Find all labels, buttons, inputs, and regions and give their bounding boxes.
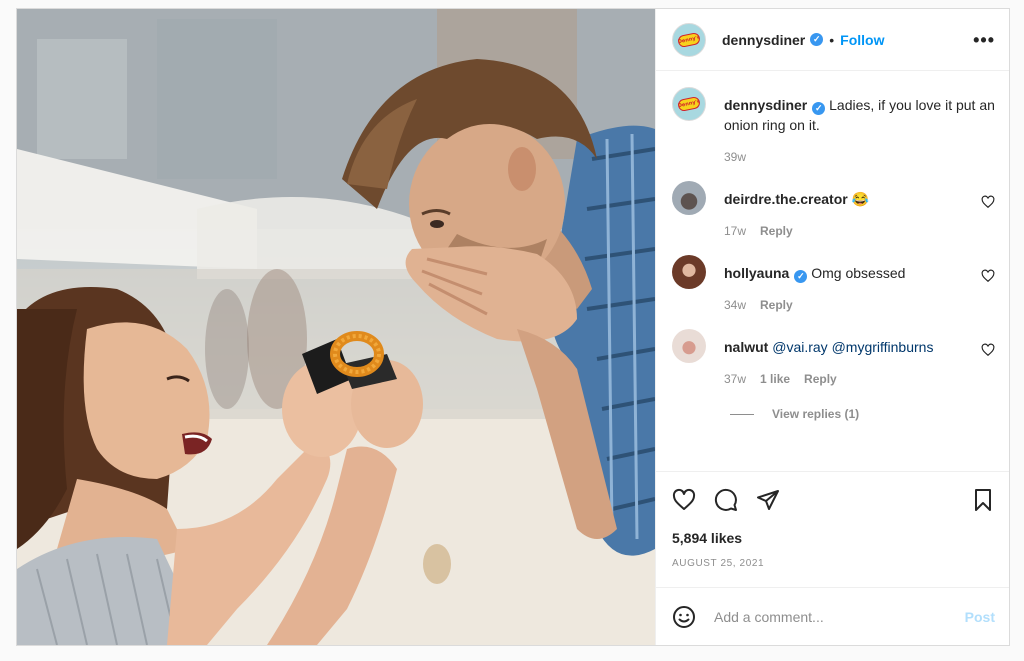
post-side-panel: Denny's dennysdiner ✓ • Follow ••• Denny…: [655, 9, 1009, 645]
likes-count[interactable]: 5,894 likes: [672, 530, 995, 546]
caption-row: Denny's dennysdiner ✓ Ladies, if you love…: [672, 87, 995, 167]
caption-age[interactable]: 39w: [724, 150, 746, 164]
view-replies-label: View replies (1): [772, 407, 860, 421]
add-comment-bar: Post: [656, 587, 1009, 645]
comment-age[interactable]: 37w: [724, 372, 746, 386]
post-header: Denny's dennysdiner ✓ • Follow •••: [656, 9, 1009, 71]
account-avatar[interactable]: Denny's: [672, 22, 706, 57]
proposal-photo-illustration: [17, 9, 655, 645]
post-comment-button[interactable]: Post: [965, 609, 995, 625]
smiley-icon[interactable]: [672, 605, 696, 629]
action-icons-row: [672, 472, 995, 528]
comment-likes-count[interactable]: 1 like: [760, 372, 790, 386]
commenter-avatar[interactable]: [672, 255, 706, 289]
reply-button[interactable]: Reply: [804, 372, 837, 386]
comment-username[interactable]: nalwut: [724, 339, 768, 355]
heart-icon[interactable]: [672, 488, 696, 512]
comment-mention[interactable]: @vai.ray: [772, 339, 827, 355]
caption-avatar[interactable]: Denny's: [672, 87, 706, 121]
comment-text: Omg obsessed: [811, 265, 906, 281]
comment-mention[interactable]: @mygriffinburns: [832, 339, 934, 355]
instagram-post: Denny's dennysdiner ✓ • Follow ••• Denny…: [16, 8, 1010, 646]
dennys-logo: Denny's: [676, 31, 702, 48]
post-photo[interactable]: [17, 9, 655, 645]
paper-plane-icon[interactable]: [756, 488, 780, 512]
verified-badge-icon: ✓: [812, 101, 826, 115]
caption-meta: 39w: [724, 147, 995, 167]
more-options-icon[interactable]: •••: [973, 31, 995, 49]
comment-bubble-icon[interactable]: [714, 488, 738, 512]
post-actions: 5,894 likes AUGUST 25, 2021: [656, 471, 1009, 587]
comments-list[interactable]: Denny's dennysdiner ✓ Ladies, if you love…: [656, 71, 1009, 471]
comment-meta: 17w Reply: [724, 221, 971, 241]
comment-row: hollyauna ✓ Omg obsessed 34w Reply: [672, 255, 995, 315]
reply-button[interactable]: Reply: [760, 298, 793, 312]
comment-row: nalwut @vai.ray @mygriffinburns 37w 1 lik…: [672, 329, 995, 389]
caption-username[interactable]: dennysdiner: [724, 97, 807, 113]
comment-meta: 37w 1 like Reply: [724, 369, 971, 389]
comment-row: deirdre.the.creator 😂 17w Reply: [672, 181, 995, 241]
replies-divider-line: [730, 413, 754, 415]
post-date[interactable]: AUGUST 25, 2021: [672, 558, 995, 569]
account-username[interactable]: dennysdiner: [722, 32, 805, 48]
comment-input[interactable]: [714, 608, 965, 625]
comment-username[interactable]: hollyauna: [724, 265, 789, 281]
reply-button[interactable]: Reply: [760, 224, 793, 238]
comment-text: 😂: [851, 191, 870, 207]
view-replies-button[interactable]: View replies (1): [730, 407, 995, 421]
bookmark-icon[interactable]: [971, 488, 995, 512]
commenter-avatar[interactable]: [672, 329, 706, 363]
dennys-logo-small: Denny's: [676, 95, 702, 113]
verified-badge-icon: ✓: [810, 33, 824, 46]
comment-meta: 34w Reply: [724, 295, 971, 315]
comment-like-heart-icon[interactable]: [981, 269, 995, 283]
comment-like-heart-icon[interactable]: [981, 343, 995, 357]
comment-age[interactable]: 17w: [724, 224, 746, 238]
comment-age[interactable]: 34w: [724, 298, 746, 312]
comment-like-heart-icon[interactable]: [981, 195, 995, 209]
comment-username[interactable]: deirdre.the.creator: [724, 191, 848, 207]
commenter-avatar[interactable]: [672, 181, 706, 215]
separator-dot: •: [829, 31, 835, 48]
follow-button[interactable]: Follow: [840, 32, 884, 48]
verified-badge-icon: ✓: [794, 269, 808, 283]
